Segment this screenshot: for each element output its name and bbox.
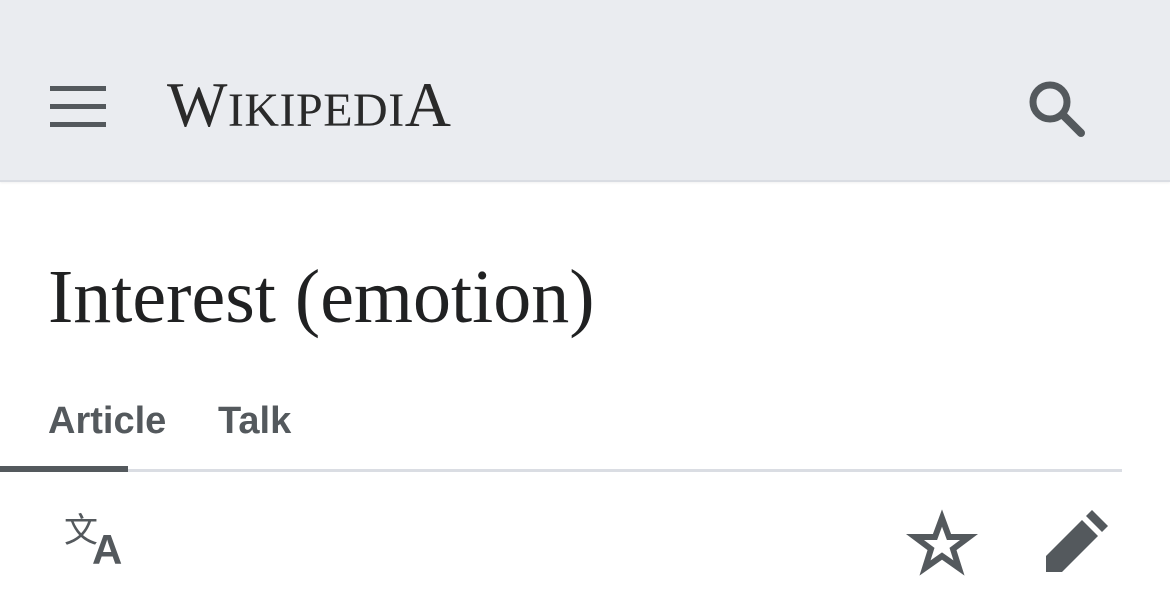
site-header: WIKIPEDIA bbox=[0, 30, 1170, 182]
hamburger-menu-icon bbox=[50, 86, 106, 127]
edit-button[interactable] bbox=[1032, 504, 1116, 584]
status-bar-area bbox=[0, 0, 1170, 30]
pencil-icon bbox=[1046, 510, 1108, 572]
wordmark-first-letter: W bbox=[167, 69, 228, 140]
wordmark-last-letter: A bbox=[404, 69, 452, 140]
watch-star-button[interactable] bbox=[900, 504, 984, 584]
wordmark-middle-letters: IKIPEDI bbox=[227, 84, 405, 137]
page-tabs: Article Talk bbox=[48, 390, 1122, 472]
svg-text:A: A bbox=[92, 526, 122, 573]
tab-talk[interactable]: Talk bbox=[218, 390, 291, 472]
tab-selected-indicator bbox=[0, 466, 128, 472]
main-menu-button[interactable] bbox=[40, 72, 116, 140]
tab-article[interactable]: Article bbox=[48, 390, 176, 472]
language-icon: 文 A bbox=[64, 511, 122, 573]
page-title: Interest (emotion) bbox=[48, 255, 595, 339]
star-icon bbox=[906, 509, 978, 576]
search-icon bbox=[1029, 81, 1085, 137]
wikipedia-wordmark[interactable]: WIKIPEDIA bbox=[167, 70, 451, 140]
language-button[interactable]: 文 A bbox=[52, 504, 140, 584]
search-button[interactable] bbox=[1012, 72, 1100, 144]
